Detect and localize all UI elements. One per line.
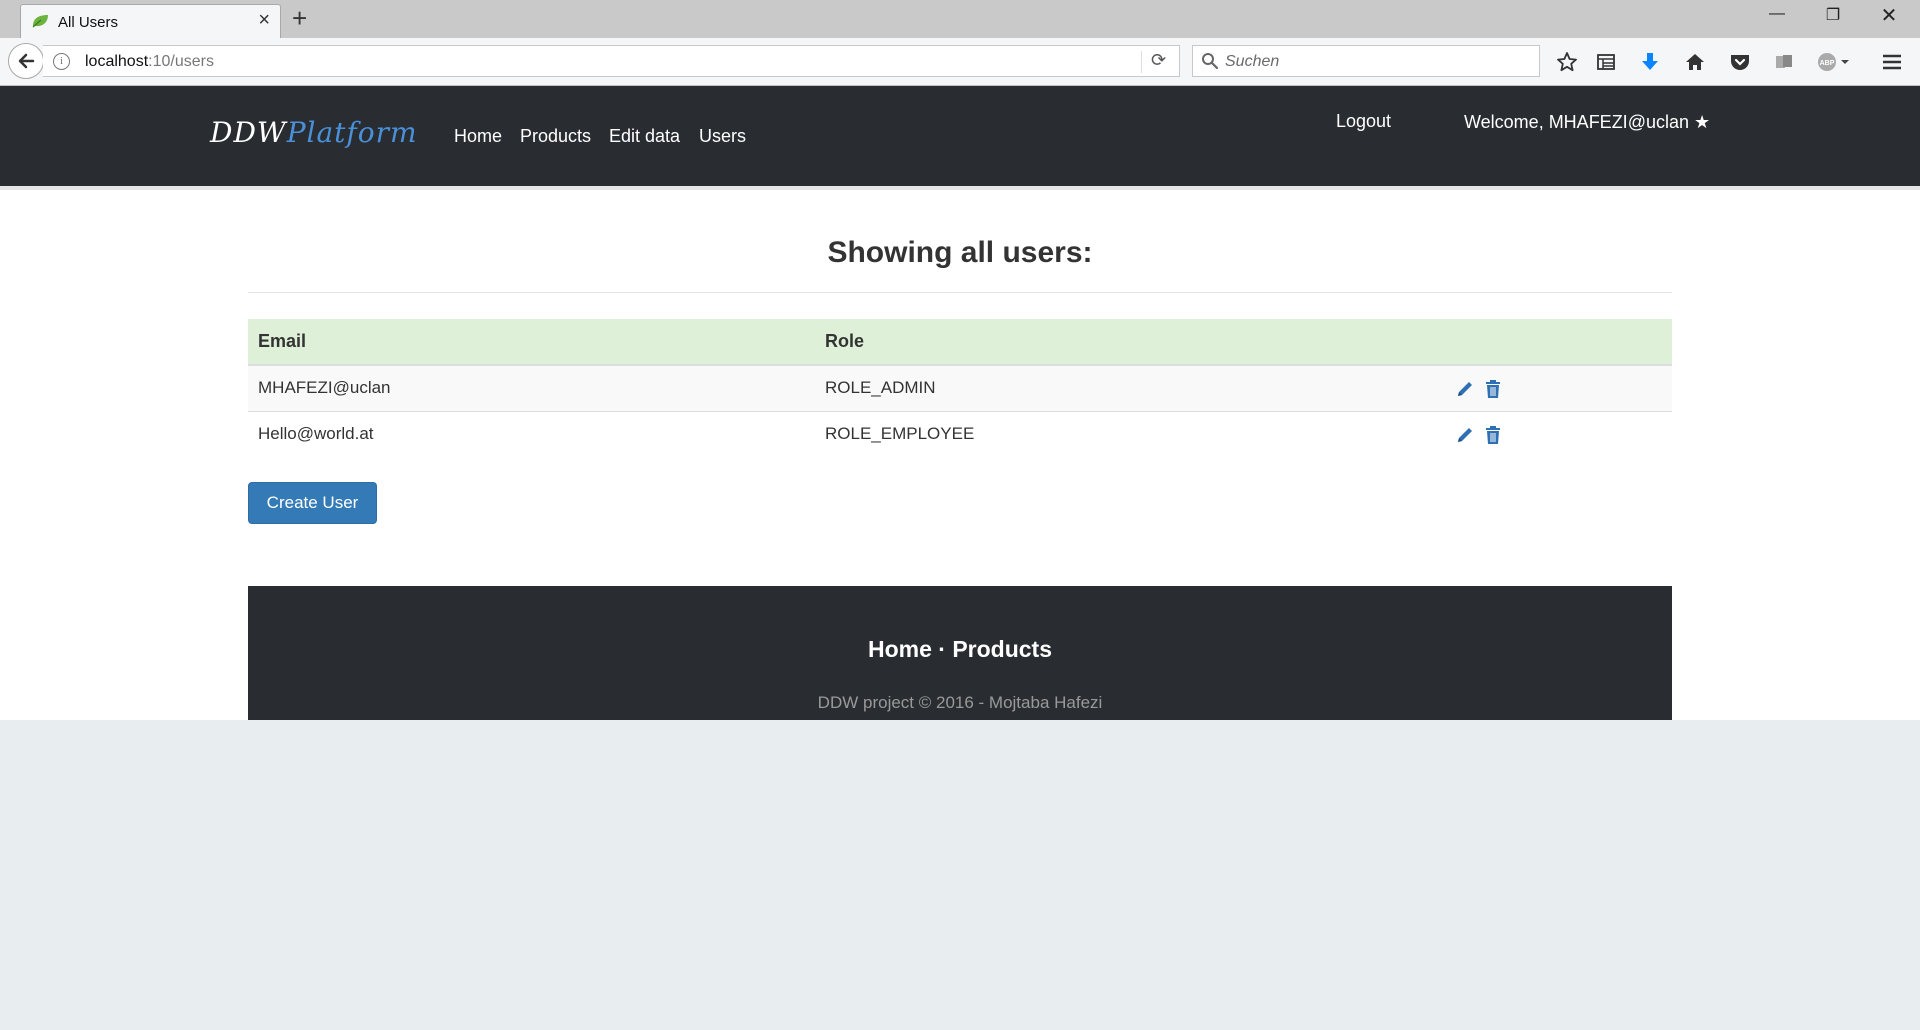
footer-link-home[interactable]: Home: [868, 636, 932, 662]
navbar-divider: [0, 186, 1920, 190]
search-input[interactable]: Suchen: [1225, 53, 1279, 71]
svg-text:ABP: ABP: [1820, 60, 1835, 67]
leaf-icon: [32, 15, 48, 28]
menu-icon[interactable]: [1878, 48, 1906, 76]
page-content: DDWPlatform Home Products Edit data User…: [0, 86, 1920, 720]
create-user-button[interactable]: Create User: [248, 482, 377, 524]
nav-link-edit-data[interactable]: Edit data: [609, 126, 680, 147]
user-role: ROLE_ADMIN: [815, 364, 1455, 411]
column-header-role: Role: [815, 319, 1455, 366]
user-email: MHAFEZI@uclan: [248, 364, 815, 411]
table-header-row: Email Role: [248, 319, 1672, 366]
heading-divider: [248, 292, 1672, 293]
browser-toolbar: i localhost:10/users ⟳ Suchen: [0, 38, 1920, 86]
reader-icon[interactable]: [1770, 48, 1798, 76]
restore-icon[interactable]: ❐: [1818, 5, 1848, 25]
minimize-icon[interactable]: —: [1762, 5, 1792, 23]
adblock-icon[interactable]: ABP: [1816, 48, 1856, 76]
delete-trash-icon[interactable]: [1484, 379, 1502, 399]
logout-link[interactable]: Logout: [1336, 111, 1391, 132]
table-row: Hello@world.at ROLE_EMPLOYEE: [248, 410, 1672, 457]
footer-links: Home · Products: [248, 636, 1672, 663]
home-icon[interactable]: [1681, 48, 1709, 76]
footer-copyright: DDW project © 2016 - Mojtaba Hafezi: [817, 693, 1103, 712]
star-icon: ★: [1694, 112, 1711, 132]
table-row: MHAFEZI@uclan ROLE_ADMIN: [248, 364, 1672, 411]
footer-separator: ·: [938, 636, 946, 662]
url-divider: [1141, 51, 1142, 73]
back-arrow-icon: [18, 53, 35, 69]
user-role: ROLE_EMPLOYEE: [815, 410, 1455, 457]
page-title: Showing all users:: [827, 236, 1093, 269]
welcome-text: Welcome, MHAFEZI@uclan ★: [1464, 112, 1711, 132]
download-icon[interactable]: [1636, 48, 1664, 76]
edit-pencil-icon[interactable]: [1455, 425, 1475, 445]
browser-tab[interactable]: All Users ×: [20, 4, 281, 38]
site-footer: Home · Products DDW project © 2016 - Moj…: [248, 586, 1672, 720]
browser-tabbar: All Users × + — ❐ ✕: [0, 0, 1920, 38]
pocket-icon[interactable]: [1726, 48, 1754, 76]
column-header-email: Email: [248, 319, 815, 366]
tab-title: All Users: [58, 14, 119, 31]
nav-link-home[interactable]: Home: [454, 126, 502, 147]
info-icon[interactable]: i: [53, 53, 70, 70]
row-actions: [1455, 410, 1672, 457]
edit-pencil-icon[interactable]: [1455, 379, 1475, 399]
bookmark-star-icon[interactable]: [1553, 48, 1581, 76]
new-tab-icon[interactable]: +: [292, 4, 307, 32]
footer-link-products[interactable]: Products: [952, 636, 1052, 662]
delete-trash-icon[interactable]: [1484, 425, 1502, 445]
brand-logo[interactable]: DDWPlatform: [210, 116, 418, 149]
url-bar[interactable]: i localhost:10/users ⟳: [43, 45, 1180, 77]
search-bar[interactable]: Suchen: [1192, 45, 1540, 77]
reload-icon[interactable]: ⟳: [1151, 50, 1166, 71]
column-header-actions: [1455, 319, 1672, 366]
tab-close-icon[interactable]: ×: [258, 10, 270, 30]
user-email: Hello@world.at: [248, 410, 815, 457]
nav-link-products[interactable]: Products: [520, 126, 591, 147]
bookmarks-list-icon[interactable]: [1592, 48, 1620, 76]
window-close-icon[interactable]: ✕: [1874, 3, 1904, 28]
users-table: Email Role MHAFEZI@uclan ROLE_ADMIN Hell…: [248, 319, 1672, 457]
url-text[interactable]: localhost:10/users: [85, 53, 214, 71]
search-icon: [1202, 53, 1219, 70]
row-actions: [1455, 364, 1672, 411]
back-button[interactable]: [8, 43, 44, 79]
site-navbar: DDWPlatform Home Products Edit data User…: [0, 86, 1920, 186]
nav-link-users[interactable]: Users: [699, 126, 746, 147]
